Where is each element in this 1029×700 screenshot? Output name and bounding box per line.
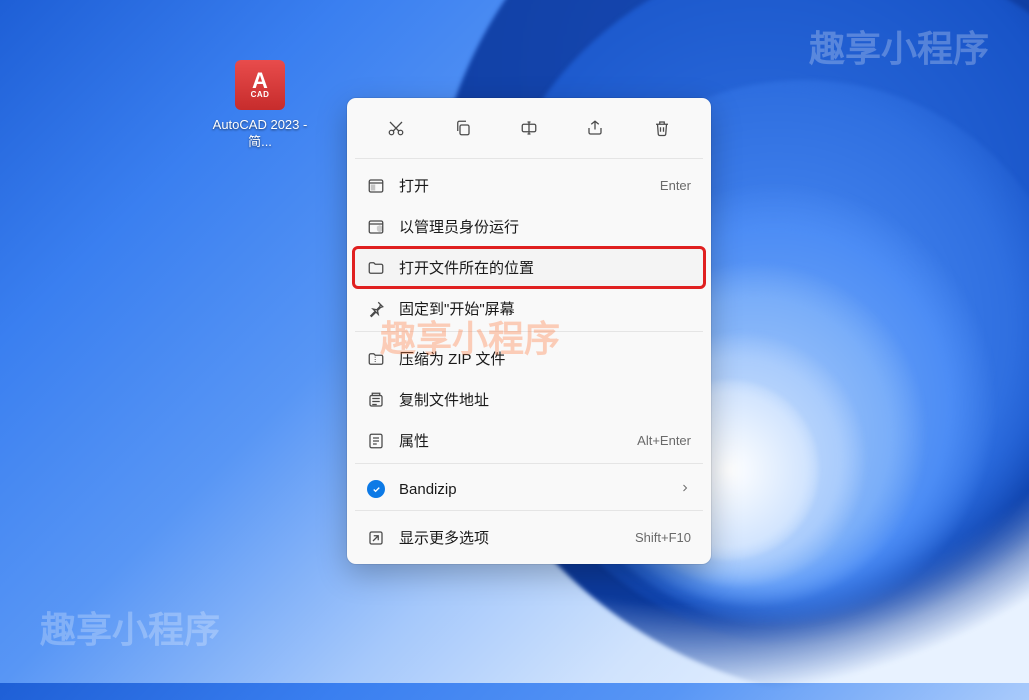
- zip-icon: [367, 350, 385, 368]
- menu-item-label: 复制文件地址: [399, 389, 691, 410]
- menu-item-shortcut: Shift+F10: [635, 530, 691, 545]
- menu-item-shortcut: Alt+Enter: [637, 433, 691, 448]
- menu-item-copy-path[interactable]: 复制文件地址: [353, 379, 705, 420]
- delete-button[interactable]: [642, 110, 682, 146]
- cut-icon: [387, 119, 405, 137]
- copy-path-icon: [367, 391, 385, 409]
- copy-icon: [454, 119, 472, 137]
- menu-separator: [355, 463, 703, 464]
- menu-item-bandizip[interactable]: Bandizip: [353, 470, 705, 508]
- folder-icon: [367, 259, 385, 277]
- menu-item-show-more[interactable]: 显示更多选项 Shift+F10: [353, 517, 705, 558]
- menu-item-label: 属性: [399, 430, 623, 451]
- menu-item-label: 固定到"开始"屏幕: [399, 298, 691, 319]
- share-button[interactable]: [575, 110, 615, 146]
- bandizip-icon: [367, 480, 385, 498]
- menu-item-label: 打开文件所在的位置: [399, 257, 691, 278]
- menu-item-label: 压缩为 ZIP 文件: [399, 348, 691, 369]
- menu-item-shortcut: Enter: [660, 178, 691, 193]
- share-icon: [586, 119, 604, 137]
- menu-item-label: 打开: [399, 175, 646, 196]
- menu-item-label: 以管理员身份运行: [399, 216, 691, 237]
- menu-item-run-admin[interactable]: 以管理员身份运行: [353, 206, 705, 247]
- desktop-icon-autocad[interactable]: A CAD AutoCAD 2023 - 简...: [210, 60, 310, 150]
- menu-item-label: 显示更多选项: [399, 527, 621, 548]
- menu-item-open-location[interactable]: 打开文件所在的位置: [353, 247, 705, 288]
- copy-button[interactable]: [443, 110, 483, 146]
- menu-separator: [355, 331, 703, 332]
- context-menu-action-row: [353, 104, 705, 156]
- shield-icon: [367, 218, 385, 236]
- pin-icon: [367, 300, 385, 318]
- menu-item-pin-start[interactable]: 固定到"开始"屏幕: [353, 288, 705, 329]
- chevron-right-icon: [679, 481, 691, 498]
- expand-icon: [367, 529, 385, 547]
- menu-item-properties[interactable]: 属性 Alt+Enter: [353, 420, 705, 461]
- menu-item-open[interactable]: 打开 Enter: [353, 165, 705, 206]
- menu-separator: [355, 510, 703, 511]
- menu-separator: [355, 158, 703, 159]
- rename-icon: [520, 119, 538, 137]
- cut-button[interactable]: [376, 110, 416, 146]
- autocad-icon: A CAD: [235, 60, 285, 110]
- menu-item-compress-zip[interactable]: 压缩为 ZIP 文件: [353, 338, 705, 379]
- delete-icon: [653, 119, 671, 137]
- menu-item-label: Bandizip: [399, 481, 665, 498]
- desktop-icon-label: AutoCAD 2023 - 简...: [210, 116, 310, 150]
- context-menu: 打开 Enter 以管理员身份运行 打开文件所在的位置 固定到"开始"屏幕 压缩…: [347, 98, 711, 564]
- properties-icon: [367, 432, 385, 450]
- window-icon: [367, 177, 385, 195]
- rename-button[interactable]: [509, 110, 549, 146]
